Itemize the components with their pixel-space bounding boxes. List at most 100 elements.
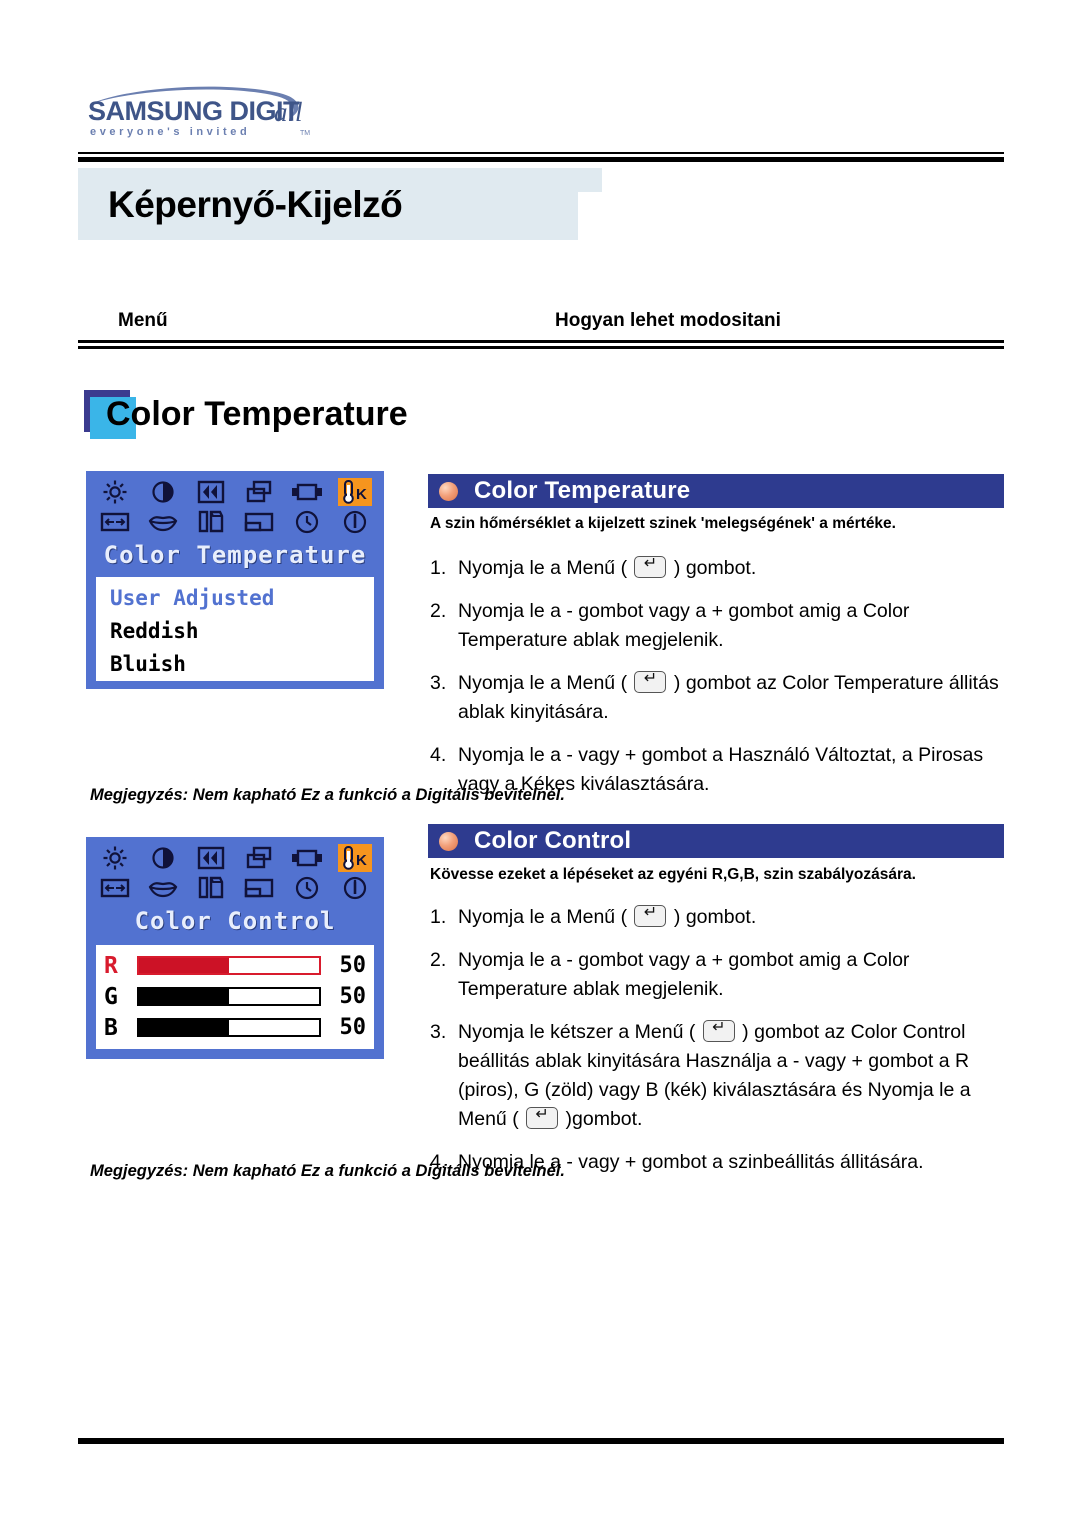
svg-text:K: K	[356, 486, 367, 503]
step-text: Nyomja le a - gombot vagy a + gombot ami…	[458, 949, 910, 1000]
frame-icon	[290, 478, 324, 506]
step-number: 2.	[430, 600, 447, 622]
channel-label-r: R	[104, 952, 118, 979]
image-lock-icon	[194, 844, 228, 872]
brightness-icon	[98, 844, 132, 872]
slider-fill-r	[139, 958, 229, 973]
temperature-k-icon: K	[338, 478, 372, 506]
osd-slider-row-b: B 50	[104, 1012, 366, 1043]
timer-icon	[290, 508, 324, 536]
section-title: Color Temperature	[106, 395, 408, 433]
image-size-icon	[98, 874, 132, 902]
information-icon	[338, 874, 372, 902]
panel-header-label: Color Control	[474, 827, 632, 854]
svg-text:TM: TM	[300, 130, 310, 137]
page-title-band-tail	[578, 168, 1008, 240]
osd-position-icon	[242, 874, 276, 902]
image-size-icon	[98, 508, 132, 536]
steps-color-temperature: 1. Nyomja le a Menű ( ) gombot. 2. Nyomj…	[430, 554, 1020, 813]
osd-icon-grid: K	[96, 477, 374, 537]
step-text: Nyomja le a - gombot vagy a + gombot ami…	[458, 600, 910, 651]
step-text: Nyomja le a Menű ( ) gombot.	[458, 903, 756, 932]
menu-enter-key-icon	[634, 554, 667, 578]
panel-header-label: Color Temperature	[474, 477, 691, 504]
timer-icon	[290, 874, 324, 902]
step-text-after: ) gombot.	[668, 906, 757, 928]
step-number: 3.	[430, 1021, 447, 1043]
slider-value-b: 50	[339, 1015, 367, 1040]
page-title: Képernyő-Kijelző	[108, 184, 403, 225]
column-header-divider	[78, 340, 1004, 349]
osd-icon-row-1: K	[96, 843, 374, 873]
osd-option-user-adjusted: User Adjusted	[110, 586, 275, 610]
step-item: 2. Nyomja le a - gombot vagy a + gombot …	[430, 597, 1020, 655]
osd-icon-row-2	[96, 507, 374, 537]
osd-position-icon	[242, 508, 276, 536]
osd-screenshot-color-temperature: K Color Temperature User Adjusted Reddis…	[86, 471, 384, 689]
sharpness-icon	[194, 874, 228, 902]
step-text-before: Nyomja le a Menű (	[458, 672, 633, 694]
step-item: 1. Nyomja le a Menű ( ) gombot.	[430, 554, 1020, 583]
channel-label-g: G	[104, 983, 118, 1010]
slider-fill-b	[139, 1020, 229, 1035]
osd-icon-grid: K	[96, 843, 374, 903]
step-text-before: Nyomja le a Menű (	[458, 557, 633, 579]
panel-description-color-temperature: A szin hőmérséklet a kijelzett szinek 'm…	[430, 515, 896, 532]
column-header-how-to-adjust: Hogyan lehet modositani	[555, 310, 781, 331]
slider-value-r: 50	[339, 953, 367, 978]
slider-track-r	[137, 956, 321, 975]
osd-icon-row-2	[96, 873, 374, 903]
document-page: SAMSUNG DIGIT all everyone's invited TM …	[0, 0, 1080, 1528]
header-rule-thin	[78, 152, 1004, 154]
step-text-after: )gombot.	[560, 1108, 643, 1130]
slider-track-g	[137, 987, 321, 1006]
contrast-icon	[146, 478, 180, 506]
menu-enter-key-icon	[702, 1018, 735, 1042]
information-icon	[338, 508, 372, 536]
slider-track-b	[137, 1018, 321, 1037]
osd-caption: Color Temperature	[103, 541, 367, 569]
osd-slider-row-g: G 50	[104, 981, 366, 1012]
step-item: 1. Nyomja le a Menű ( ) gombot.	[430, 903, 1020, 932]
step-number: 1.	[430, 557, 447, 579]
panel-header-color-control: Color Control	[428, 824, 1004, 858]
brightness-icon	[98, 478, 132, 506]
svg-text:SAMSUNG DIGIT: SAMSUNG DIGIT	[88, 96, 300, 126]
slider-value-g: 50	[339, 984, 367, 1009]
column-header-menu: Menű	[118, 310, 168, 331]
memo-color-control: Megjegyzés: Nem kapható Ez a funkció a D…	[90, 1162, 565, 1180]
step-text-after: ) gombot.	[668, 557, 757, 579]
lips-icon	[146, 508, 180, 536]
step-item: 3. Nyomja le a Menű ( ) gombot az Color …	[430, 669, 1020, 727]
osd-icon-row-1: K	[96, 477, 374, 507]
footer-rule	[78, 1438, 1004, 1444]
frame-icon	[290, 844, 324, 872]
header-rule	[78, 157, 1004, 162]
osd-screenshot-color-control: K Color Control R 50 G 50 B 50	[86, 837, 384, 1059]
samsung-digitall-logo: SAMSUNG DIGIT all everyone's invited TM	[78, 78, 358, 138]
step-item: 3. Nyomja le kétszer a Menű ( ) gombot a…	[430, 1018, 1020, 1134]
bullet-sphere-icon	[439, 481, 458, 501]
osd-option-list: User Adjusted Reddish Bluish	[96, 577, 374, 681]
step-number: 3.	[430, 672, 447, 694]
step-number: 2.	[430, 949, 447, 971]
osd-option-bluish: Bluish	[110, 652, 186, 676]
svg-text:all: all	[274, 97, 303, 127]
svg-text:K: K	[356, 852, 367, 869]
position-icon	[242, 844, 276, 872]
steps-color-control: 1. Nyomja le a Menű ( ) gombot. 2. Nyomj…	[430, 903, 1020, 1191]
lips-icon	[146, 874, 180, 902]
step-text-before: Nyomja le a Menű (	[458, 906, 633, 928]
step-text: Nyomja le a Menű ( ) gombot az Color Tem…	[458, 669, 1020, 727]
osd-rgb-sliders: R 50 G 50 B 50	[96, 945, 374, 1049]
image-lock-icon	[194, 478, 228, 506]
position-icon	[242, 478, 276, 506]
step-number: 1.	[430, 906, 447, 928]
panel-header-color-temperature: Color Temperature	[428, 474, 1004, 508]
temperature-k-icon: K	[338, 844, 372, 872]
svg-text:everyone's invited: everyone's invited	[90, 126, 250, 138]
bullet-sphere-icon	[439, 831, 458, 851]
step-item: 2. Nyomja le a - gombot vagy a + gombot …	[430, 946, 1020, 1004]
step-text: Nyomja le a Menű ( ) gombot.	[458, 554, 756, 583]
menu-enter-key-icon	[634, 903, 667, 927]
